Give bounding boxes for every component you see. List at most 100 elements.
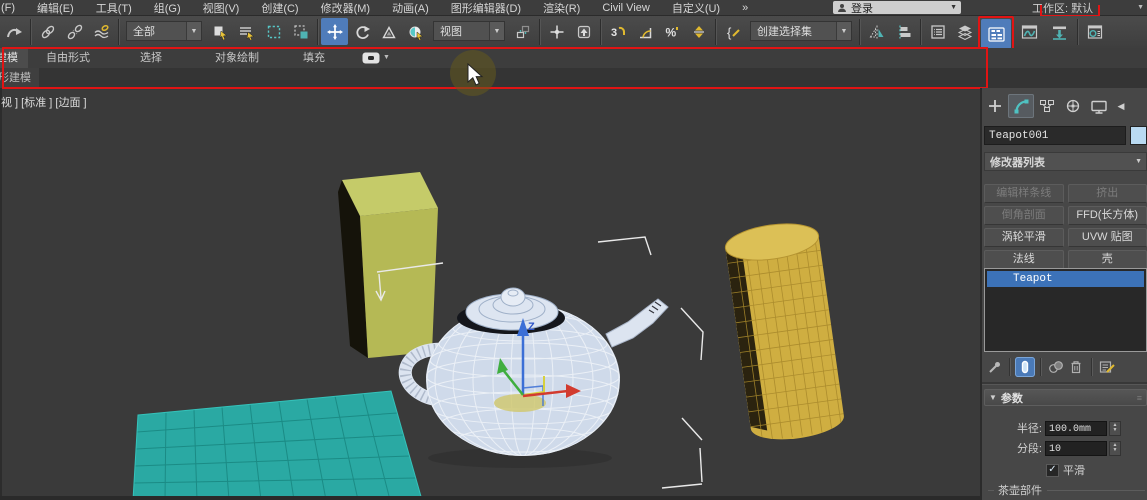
selection-set-dropdown[interactable]: 创建选择集 ▼	[750, 21, 852, 41]
parameters-rollout-header[interactable]: ▼ 参数 ≡	[984, 389, 1147, 406]
spinner-snap-icon[interactable]	[685, 18, 712, 45]
menu-customize[interactable]: 自定义(U)	[661, 0, 731, 16]
tab-motion[interactable]	[1060, 94, 1086, 118]
coord-system-dropdown[interactable]: 视图 ▼	[433, 21, 505, 41]
viewport[interactable]: Z	[0, 88, 980, 500]
menu-graph-editors[interactable]: 图形编辑器(D)	[440, 0, 532, 16]
select-manipulate-icon[interactable]	[402, 18, 429, 45]
chevron-down-icon: ▼	[489, 22, 504, 40]
smooth-checkbox[interactable]: ✓	[1046, 463, 1059, 477]
modifier-button-normal[interactable]: 法线	[984, 250, 1064, 269]
configure-sets-icon[interactable]	[1097, 357, 1117, 377]
curve-editor-icon[interactable]	[1014, 18, 1044, 45]
radius-spinner[interactable]: ▲ ▼	[1109, 420, 1121, 436]
modifier-button-uvw-map[interactable]: UVW 贴图	[1067, 228, 1147, 247]
teapot-lid	[465, 287, 559, 331]
tab-hierarchy[interactable]	[1034, 94, 1060, 118]
ribbon-tab-modeling[interactable]: 建模	[0, 48, 28, 68]
angle-snap-icon[interactable]	[631, 18, 658, 45]
selection-filter-dropdown[interactable]: 全部 ▼	[126, 21, 202, 41]
menu-civil-view[interactable]: Civil View	[591, 2, 660, 14]
viewport-label[interactable]: 视 ] [标准 ] [边面 ]	[1, 94, 87, 110]
menu-rendering[interactable]: 渲染(R)	[532, 0, 591, 16]
window-crossing-icon[interactable]	[287, 18, 314, 45]
ribbon-media-dropdown[interactable]: ▼	[352, 48, 400, 68]
pin-stack-icon[interactable]	[984, 357, 1004, 377]
show-end-result-icon[interactable]	[1015, 357, 1035, 377]
rect-region-icon[interactable]	[260, 18, 287, 45]
rotate-icon[interactable]	[348, 18, 375, 45]
ribbon-tab-object-paint[interactable]: 对象绘制	[205, 48, 269, 68]
modifier-button-edit-spline[interactable]: 编辑样条线	[984, 184, 1064, 203]
stack-item-teapot[interactable]: Teapot	[987, 271, 1144, 287]
make-unique-icon[interactable]	[1046, 357, 1066, 377]
menu-group[interactable]: 组(G)	[143, 0, 192, 16]
menu-animation[interactable]: 动画(A)	[381, 0, 440, 16]
tabs-scroll-arrow[interactable]: ◀	[1112, 94, 1130, 118]
ribbon-tab-selection[interactable]: 选择	[130, 48, 172, 68]
select-place-icon[interactable]	[543, 18, 570, 45]
tab-modify[interactable]	[1008, 94, 1034, 118]
segments-field[interactable]: 10	[1045, 440, 1107, 456]
named-sets-icon[interactable]: {	[719, 18, 746, 45]
object-name-field[interactable]: Teapot001	[984, 126, 1126, 145]
pivot-center-icon[interactable]	[509, 18, 536, 45]
rollout-open-icon: ▼	[989, 393, 997, 402]
object-color-swatch[interactable]	[1130, 126, 1147, 145]
menu-file[interactable]: (F)	[0, 2, 26, 14]
layer-explorer-icon[interactable]	[951, 18, 978, 45]
move-icon[interactable]	[321, 18, 348, 45]
ribbon-tab-populate[interactable]: 填充	[293, 48, 335, 68]
modifier-button-turbosmooth[interactable]: 涡轮平滑	[984, 228, 1064, 247]
select-object-icon[interactable]	[206, 18, 233, 45]
schematic-view-icon[interactable]	[1044, 18, 1074, 45]
radius-field[interactable]: 100.0mm	[1045, 420, 1107, 436]
link-icon[interactable]	[34, 18, 61, 45]
bind-spacewarp-icon[interactable]	[88, 18, 115, 45]
align-icon[interactable]	[890, 18, 917, 45]
radius-label: 半径:	[1016, 423, 1042, 435]
mirror-icon[interactable]	[863, 18, 890, 45]
menu-overflow[interactable]: »	[731, 2, 759, 14]
3dsmax-window: { "annotation": {"color": "#e11414"}, "m…	[0, 0, 1147, 500]
select-by-name-icon[interactable]	[233, 18, 260, 45]
percent-snap-icon[interactable]: %	[658, 18, 685, 45]
menu-create[interactable]: 创建(C)	[250, 0, 309, 16]
rollout-grip-icon: ≡	[1136, 392, 1142, 403]
redo-icon[interactable]	[0, 18, 27, 45]
menu-modifiers[interactable]: 修改器(M)	[310, 0, 382, 16]
modifier-button-extrude[interactable]: 挤出	[1067, 184, 1147, 203]
cylinder-object[interactable]	[722, 218, 847, 444]
menu-views[interactable]: 视图(V)	[192, 0, 251, 16]
plane-object[interactable]	[132, 390, 423, 500]
modifier-button-bevel-profile[interactable]: 倒角剖面	[984, 206, 1064, 225]
ribbon-tab-freeform[interactable]: 自由形式	[36, 48, 100, 68]
modifier-list-dropdown[interactable]: 修改器列表 ▼	[984, 152, 1147, 171]
snap-3d-icon[interactable]: 3	[604, 18, 631, 45]
teapot-spout	[605, 298, 669, 348]
tab-display[interactable]	[1086, 94, 1112, 118]
radius-row: 半径: 100.0mm ▲ ▼	[984, 420, 1147, 436]
smooth-label: 平滑	[1063, 465, 1085, 477]
keyboard-override-icon[interactable]	[570, 18, 597, 45]
viewport-bottom-edge	[0, 496, 980, 500]
svg-text:%: %	[665, 25, 676, 39]
teapot-object[interactable]	[398, 287, 669, 468]
menu-edit[interactable]: 编辑(E)	[26, 0, 85, 16]
remove-modifier-icon[interactable]	[1066, 357, 1086, 377]
segments-spinner[interactable]: ▲ ▼	[1109, 440, 1121, 456]
unlink-icon[interactable]	[61, 18, 88, 45]
gizmo-z-label: Z	[528, 321, 535, 333]
modifier-button-ffd-box[interactable]: FFD(长方体)	[1067, 206, 1147, 225]
modifier-button-shell[interactable]: 壳	[1067, 250, 1147, 269]
box-object[interactable]	[338, 172, 438, 358]
scene-explorer-icon[interactable]	[924, 18, 951, 45]
render-setup-icon[interactable]	[1081, 18, 1108, 45]
segments-label: 分段:	[1016, 443, 1042, 455]
ribbon-panel-polymodeling[interactable]: 形建模	[0, 68, 39, 88]
ribbon-toggle-icon[interactable]	[981, 19, 1011, 49]
tab-create[interactable]	[982, 94, 1008, 118]
scale-icon[interactable]	[375, 18, 402, 45]
menu-tools[interactable]: 工具(T)	[85, 0, 143, 16]
login-dropdown[interactable]: 登录 ▼	[833, 1, 961, 15]
